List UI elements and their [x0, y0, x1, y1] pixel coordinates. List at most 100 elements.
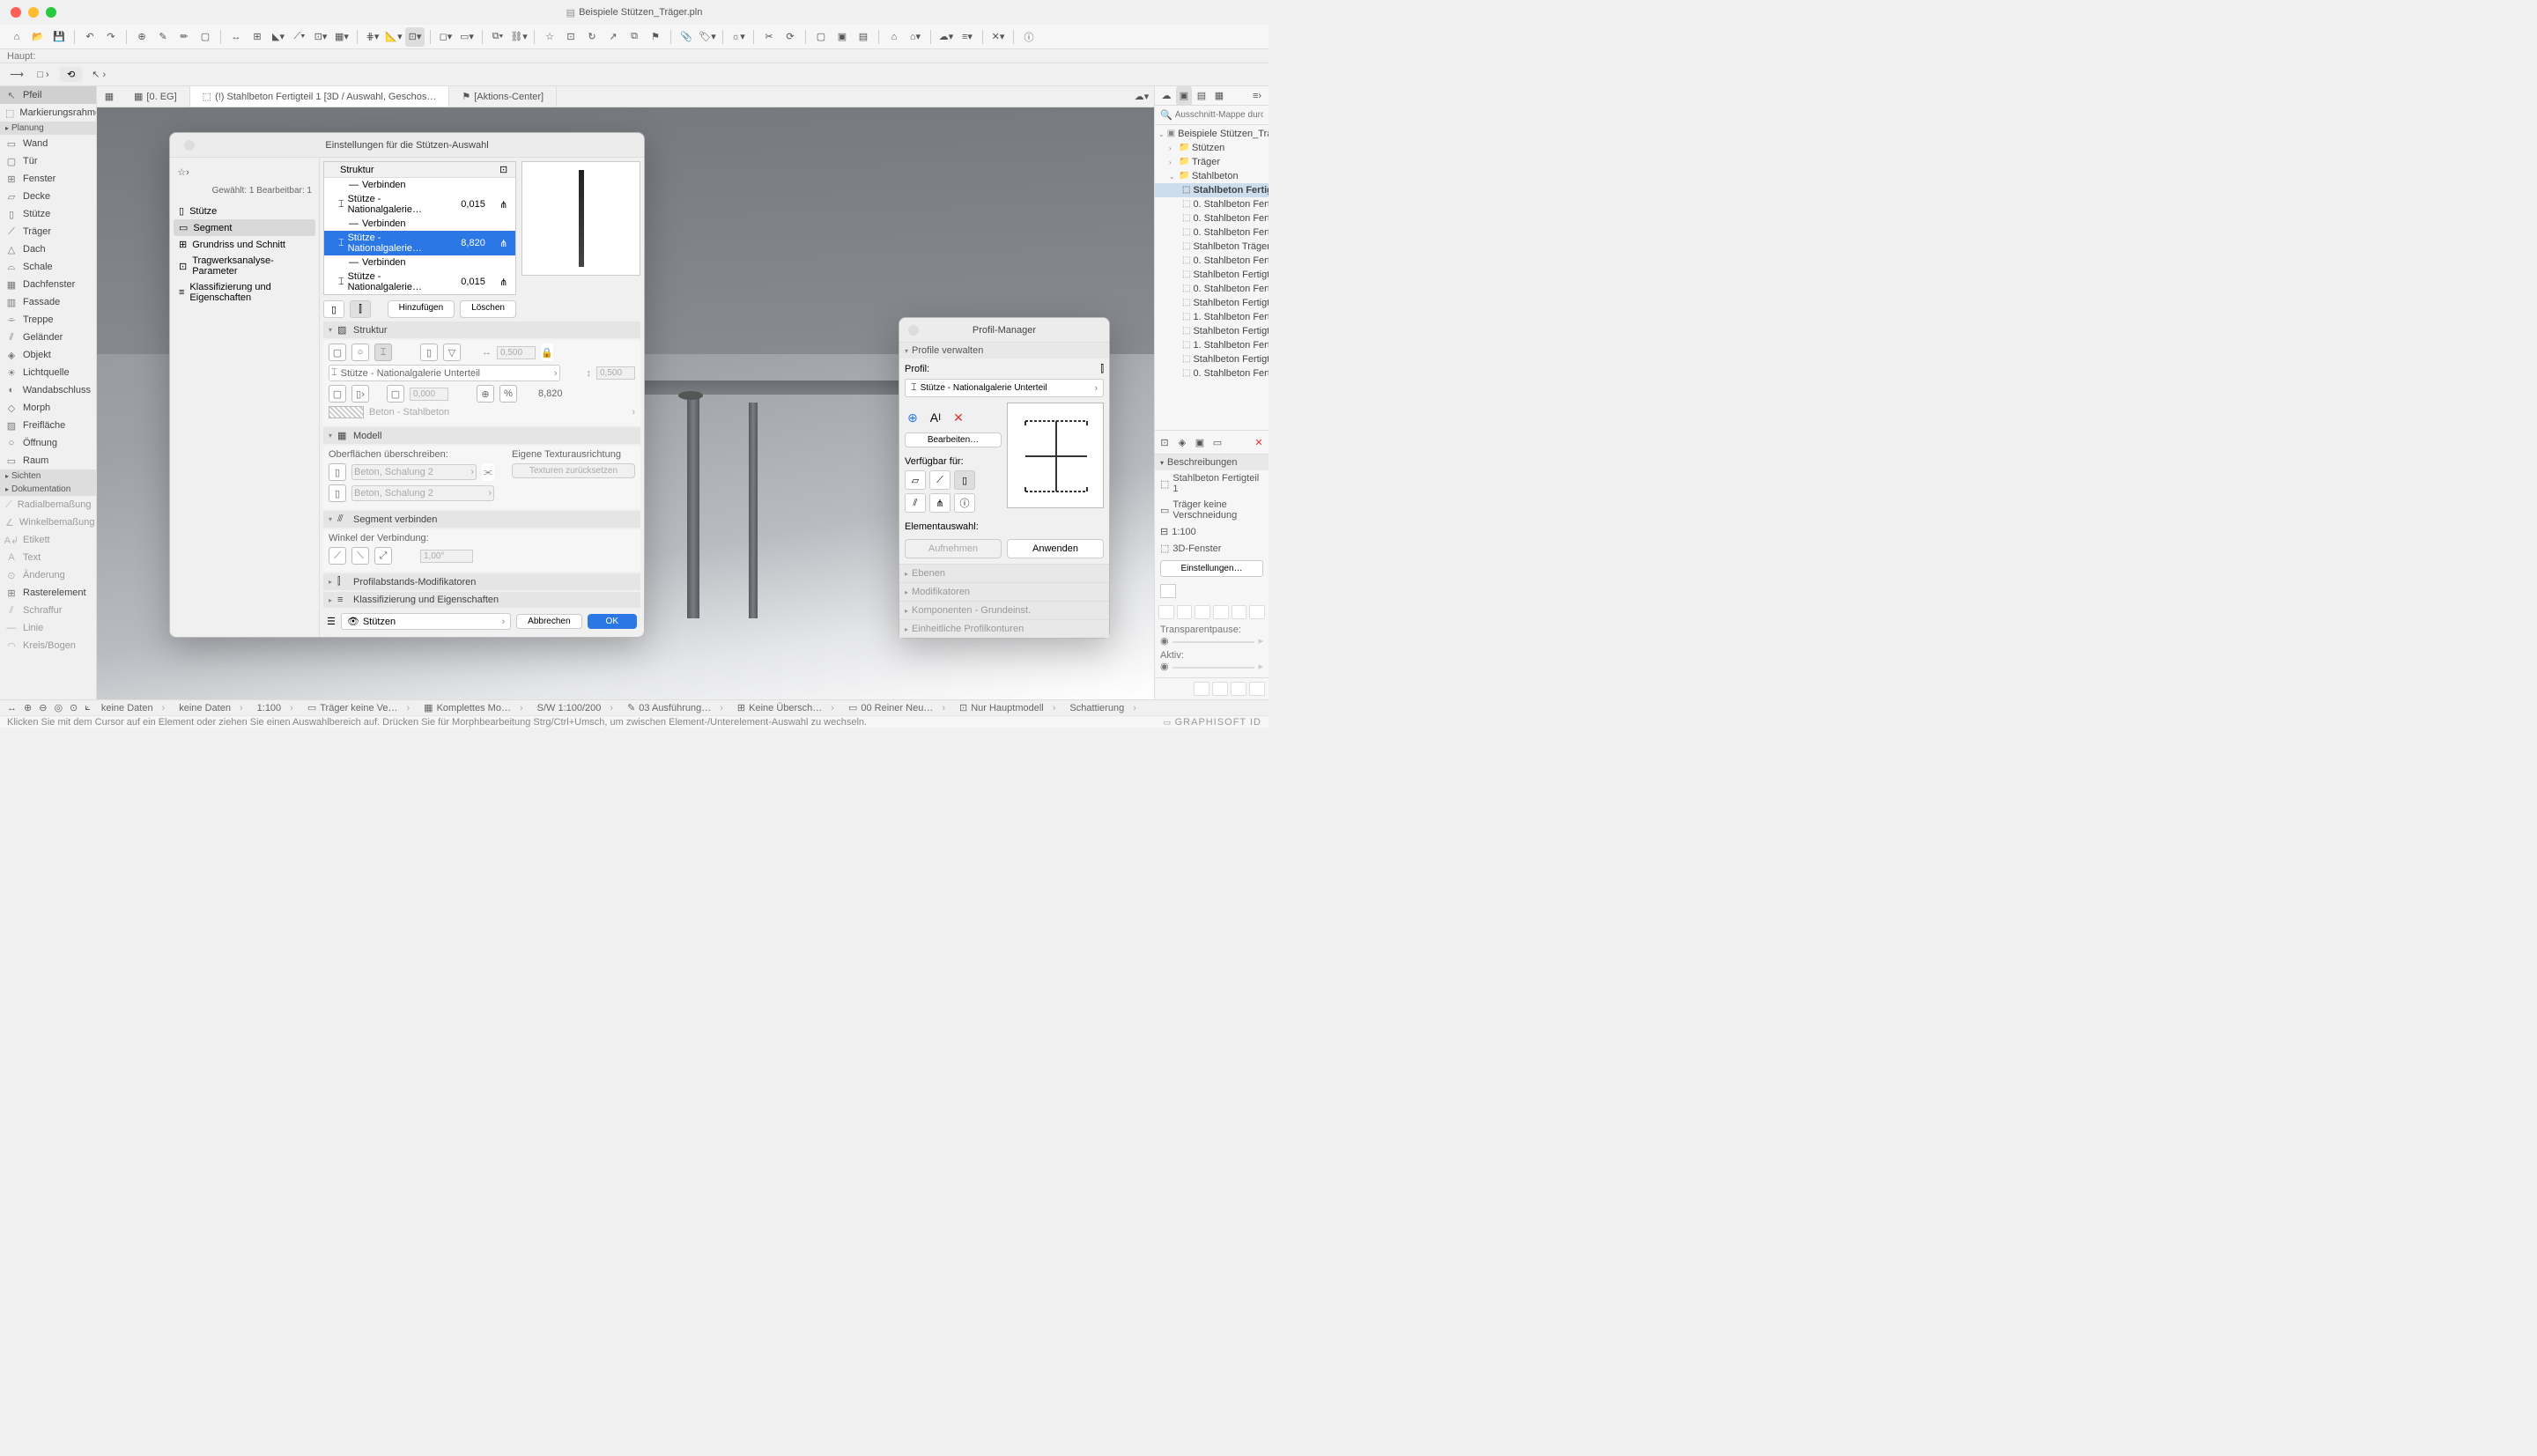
surf-top-icon[interactable]: ▯: [329, 463, 346, 481]
fav-icon[interactable]: ☆›: [174, 162, 193, 181]
tool-träger[interactable]: ⟋Träger: [0, 223, 96, 240]
edit-button[interactable]: Bearbeiten…: [905, 432, 1002, 447]
sb-nodata2[interactable]: keine Daten: [175, 703, 246, 713]
snap2-icon[interactable]: ⟋▾: [290, 27, 309, 47]
sb-s1[interactable]: ▭ Träger keine Ve…: [304, 702, 413, 713]
roof-icon[interactable]: ⌂: [884, 27, 904, 47]
shape-circle[interactable]: ○: [351, 344, 369, 361]
win2-icon[interactable]: ▣: [832, 27, 852, 47]
tool-wand[interactable]: ▭Wand: [0, 135, 96, 152]
opt2[interactable]: ▯›: [351, 385, 369, 403]
tool-winkelbemaßung[interactable]: ∠Winkelbemaßung: [0, 514, 96, 531]
avail-wall[interactable]: ▱: [905, 470, 926, 490]
segment-tree[interactable]: Struktur⊡ —Verbinden⌶Stütze - Nationalga…: [323, 161, 516, 295]
mode-multi[interactable]: ⫿: [350, 300, 371, 318]
panel-ic4[interactable]: ▭: [1209, 432, 1225, 452]
sb-z5[interactable]: ⊙: [70, 702, 78, 713]
sun-icon[interactable]: ☼▾: [729, 27, 748, 47]
taper-yes[interactable]: ▽: [443, 344, 461, 361]
star-icon[interactable]: ☆: [540, 27, 559, 47]
tool-freifläche[interactable]: ▨Freifläche: [0, 417, 96, 434]
tool-raum[interactable]: ▭Raum: [0, 452, 96, 469]
panel-close-icon[interactable]: ✕: [1251, 432, 1267, 452]
tool-schraffur[interactable]: ⫽Schraffur: [0, 602, 96, 619]
tool-dachfenster[interactable]: ▦Dachfenster: [0, 276, 96, 293]
lock-icon[interactable]: 🔒: [541, 344, 553, 361]
anchor-icon[interactable]: ⊕: [477, 385, 494, 403]
eyedrop-icon[interactable]: ✎: [153, 27, 173, 47]
add-button[interactable]: Hinzufügen: [388, 300, 455, 318]
box-icon[interactable]: ⊡: [561, 27, 581, 47]
sb-s6[interactable]: ▭ 00 Reiner Neu…: [845, 702, 949, 713]
tree-item[interactable]: ⬚1. Stahlbeton Fertig: [1155, 310, 1268, 324]
prof-sec-modif[interactable]: Modifikatoren: [899, 582, 1109, 601]
sb-z4[interactable]: ◎: [54, 702, 63, 713]
reset-textures-button[interactable]: Texturen zurücksetzen: [512, 463, 635, 478]
sb-z6[interactable]: ⟀: [85, 702, 91, 713]
col-side-klassifizierung[interactable]: ≡Klassifizierung und Eigenschaften: [174, 279, 315, 306]
tree-item[interactable]: ⌄📁Stahlbeton: [1155, 169, 1268, 183]
tool-tür[interactable]: ▢Tür: [0, 152, 96, 170]
undo-icon[interactable]: ↶: [80, 27, 100, 47]
tree-item[interactable]: ⬚0. Stahlbeton Fertig: [1155, 282, 1268, 296]
reload-icon[interactable]: ↻: [582, 27, 602, 47]
avail-info[interactable]: ⓘ: [954, 493, 975, 513]
nav-menu-icon[interactable]: ≡›: [1249, 86, 1265, 106]
col-side-grundriss[interactable]: ⊞Grundriss und Schnitt: [174, 236, 315, 253]
delete-button[interactable]: Löschen: [460, 300, 516, 318]
ni5[interactable]: [1232, 605, 1247, 619]
ni3[interactable]: [1195, 605, 1210, 619]
tool-wandabschluss[interactable]: ◐Wandabschluss: [0, 381, 96, 399]
tool-geländer[interactable]: ⫽Geländer: [0, 329, 96, 346]
avail-beam[interactable]: ⟋: [929, 470, 950, 490]
ni4[interactable]: [1213, 605, 1229, 619]
orbit-mode[interactable]: ⟲: [60, 67, 82, 82]
avail-column[interactable]: ▯: [954, 470, 975, 490]
link1-icon[interactable]: ⫘: [482, 463, 494, 481]
seg-row[interactable]: —Verbinden: [324, 217, 515, 231]
tool-lichtquelle[interactable]: ☀Lichtquelle: [0, 364, 96, 381]
tree-item[interactable]: ⬚0. Stahlbeton Fertig: [1155, 366, 1268, 381]
mode2-icon[interactable]: □ ›: [33, 65, 53, 85]
width-input[interactable]: [497, 346, 536, 359]
aufnehmen-button[interactable]: Aufnehmen: [905, 539, 1002, 558]
tool-kreis/bogen[interactable]: ◠Kreis/Bogen: [0, 637, 96, 654]
tool-schale[interactable]: ⌓Schale: [0, 258, 96, 276]
minimize-icon[interactable]: [28, 7, 39, 18]
open-icon[interactable]: 📂: [28, 27, 48, 47]
anwenden-button[interactable]: Anwenden: [1007, 539, 1104, 558]
tool-group-sichten[interactable]: Sichten: [0, 469, 96, 483]
grid2-icon[interactable]: ⋕▾: [363, 27, 382, 47]
section-verbinden[interactable]: ⫻Segment verbinden: [323, 511, 640, 528]
cancel-button[interactable]: Abbrechen: [516, 614, 581, 629]
home-icon[interactable]: ⌂: [7, 27, 26, 47]
prof-section-verwalten[interactable]: Profile verwalten: [899, 343, 1109, 358]
tree-item[interactable]: ⬚Stahlbeton Fertigte: [1155, 352, 1268, 366]
flag-icon[interactable]: ⚑: [646, 27, 665, 47]
section-klass[interactable]: ≡Klassifizierung und Eigenschaften: [323, 592, 640, 608]
save-icon[interactable]: 💾: [49, 27, 69, 47]
sb-nodata1[interactable]: keine Daten: [98, 703, 168, 713]
tool-fenster[interactable]: ⊞Fenster: [0, 170, 96, 188]
tree-item[interactable]: ⬚Stahlbeton Träger: [1155, 240, 1268, 254]
snap1-icon[interactable]: ◣▾: [269, 27, 288, 47]
seg-row[interactable]: —Verbinden: [324, 255, 515, 270]
tree-item[interactable]: ⬚Stahlbeton Fertigte: [1155, 296, 1268, 310]
layer-selector[interactable]: 👁 Stützen ›: [341, 613, 511, 630]
window-traffic-lights[interactable]: [11, 7, 56, 18]
measure-icon[interactable]: ↔: [226, 27, 246, 47]
sb-s7[interactable]: ⊡ Nur Hauptmodell: [956, 702, 1059, 713]
tree-item[interactable]: ⬚Stahlbeton Fertigte: [1155, 268, 1268, 282]
rotate-icon[interactable]: ⟳: [780, 27, 800, 47]
rect-icon[interactable]: ▢: [196, 27, 215, 47]
tool-treppe[interactable]: ⌯Treppe: [0, 311, 96, 329]
prof-sec-ebenen[interactable]: Ebenen: [899, 564, 1109, 582]
section-struktur[interactable]: ▨Struktur: [323, 322, 640, 338]
ni1[interactable]: [1158, 605, 1174, 619]
settings-button[interactable]: Einstellungen…: [1160, 560, 1263, 577]
tree-item[interactable]: ⬚1. Stahlbeton Fertig: [1155, 338, 1268, 352]
win1-icon[interactable]: ▢: [811, 27, 831, 47]
export-icon[interactable]: ↗: [603, 27, 623, 47]
tool-objekt[interactable]: ◈Objekt: [0, 346, 96, 364]
scissors-icon[interactable]: ✂: [759, 27, 779, 47]
